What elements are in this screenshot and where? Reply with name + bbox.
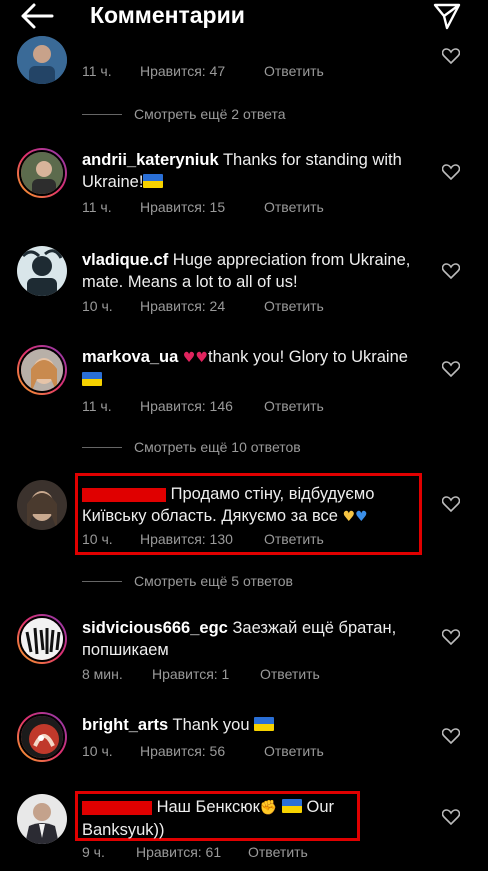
ukraine-flag-icon bbox=[281, 799, 302, 813]
comment-meta: 9 ч. Нравится: 61 Ответить bbox=[82, 844, 308, 860]
reply-button[interactable]: Ответить bbox=[264, 398, 324, 414]
comment-time: 10 ч. bbox=[82, 743, 113, 759]
send-icon[interactable] bbox=[432, 1, 462, 31]
comment-likes[interactable]: Нравится: 15 bbox=[140, 199, 264, 215]
comment-meta: 10 ч. Нравится: 130 Ответить bbox=[82, 531, 324, 547]
comment-meta: 11 ч. Нравится: 47 Ответить bbox=[82, 63, 324, 79]
comment-username[interactable]: andrii_kateryniuk bbox=[82, 151, 219, 169]
like-heart-icon[interactable] bbox=[442, 164, 460, 180]
like-heart-icon[interactable] bbox=[442, 629, 460, 645]
avatar[interactable] bbox=[17, 246, 67, 296]
comment-time: 10 ч. bbox=[82, 531, 113, 547]
avatar[interactable] bbox=[17, 148, 67, 198]
comment-likes[interactable]: Нравится: 24 bbox=[140, 298, 264, 314]
comment-meta: 11 ч. Нравится: 15 Ответить bbox=[82, 199, 324, 215]
comment-likes[interactable]: Нравится: 47 bbox=[140, 63, 264, 79]
page-title: Комментарии bbox=[90, 2, 245, 28]
broken-heart-icon: ♥♥ bbox=[182, 350, 209, 366]
like-heart-icon[interactable] bbox=[442, 809, 460, 825]
ukraine-flag-icon bbox=[254, 717, 275, 731]
avatar[interactable] bbox=[17, 794, 67, 844]
comment-meta: 10 ч. Нравится: 56 Ответить bbox=[82, 743, 324, 759]
yellow-heart-icon: ♥ bbox=[342, 509, 356, 525]
view-more-label: Смотреть ещё 5 ответов bbox=[134, 573, 293, 589]
comment-body: thank you! Glory to Ukraine bbox=[208, 348, 408, 366]
comment-likes[interactable]: Нравится: 61 bbox=[136, 844, 248, 860]
comment-likes[interactable]: Нравится: 1 bbox=[152, 666, 260, 682]
reply-button[interactable]: Ответить bbox=[264, 298, 324, 314]
reply-button[interactable]: Ответить bbox=[248, 844, 308, 860]
like-heart-icon[interactable] bbox=[442, 361, 460, 377]
comment-time: 11 ч. bbox=[82, 398, 112, 414]
avatar[interactable] bbox=[17, 345, 67, 395]
view-more-label: Смотреть ещё 10 ответов bbox=[134, 439, 301, 455]
back-arrow-icon[interactable] bbox=[20, 2, 54, 30]
ukraine-flag-icon bbox=[143, 174, 164, 188]
comment-text: markova_ua ♥♥thank you! Glory to Ukraine bbox=[82, 346, 422, 391]
comment-time: 10 ч. bbox=[82, 298, 113, 314]
reply-button[interactable]: Ответить bbox=[260, 666, 320, 682]
comment-text: Наш Бенксюк✊ Our Banksyuk)) bbox=[82, 796, 352, 841]
avatar[interactable] bbox=[17, 712, 67, 762]
header-bar: Комментарии bbox=[0, 0, 488, 34]
comment-likes[interactable]: Нравится: 146 bbox=[140, 398, 264, 414]
comment-likes[interactable]: Нравится: 56 bbox=[140, 743, 264, 759]
divider bbox=[82, 113, 122, 115]
blue-heart-icon: ♥ bbox=[355, 509, 368, 525]
avatar[interactable] bbox=[17, 614, 67, 664]
comment-meta: 10 ч. Нравится: 24 Ответить bbox=[82, 298, 324, 314]
divider bbox=[82, 580, 122, 582]
reply-button[interactable]: Ответить bbox=[264, 743, 324, 759]
comment-username[interactable]: markova_ua bbox=[82, 348, 178, 366]
divider bbox=[82, 446, 122, 448]
redacted-username bbox=[82, 800, 152, 815]
ukraine-flag-icon bbox=[82, 372, 102, 386]
view-more-replies[interactable]: Смотреть ещё 2 ответа bbox=[82, 106, 286, 122]
comment-time: 9 ч. bbox=[82, 844, 105, 860]
comment-likes[interactable]: Нравится: 130 bbox=[140, 531, 264, 547]
like-heart-icon[interactable] bbox=[442, 263, 460, 279]
comment-text: sidvicious666_egc Заезжай ещё братан, по… bbox=[82, 617, 422, 661]
comment-username[interactable]: sidvicious666_egc bbox=[82, 619, 228, 637]
redacted-username bbox=[82, 487, 166, 502]
avatar[interactable] bbox=[17, 36, 67, 84]
flexed-biceps-icon: ✊ bbox=[259, 800, 278, 816]
comment-username[interactable]: vladique.cf bbox=[82, 251, 168, 269]
comment-text: vladique.cf Huge appreciation from Ukrai… bbox=[82, 249, 422, 293]
reply-button[interactable]: Ответить bbox=[264, 199, 324, 215]
comment-time: 11 ч. bbox=[82, 199, 112, 215]
view-more-replies[interactable]: Смотреть ещё 10 ответов bbox=[82, 439, 301, 455]
reply-button[interactable]: Ответить bbox=[264, 63, 324, 79]
like-heart-icon[interactable] bbox=[442, 728, 460, 744]
comment-text: andrii_kateryniuk Thanks for standing wi… bbox=[82, 149, 422, 193]
avatar[interactable] bbox=[17, 480, 67, 530]
reply-button[interactable]: Ответить bbox=[264, 531, 324, 547]
comment-body: Наш Бенксюк bbox=[156, 798, 260, 816]
view-more-replies[interactable]: Смотреть ещё 5 ответов bbox=[82, 573, 293, 589]
comment-time: 8 мин. bbox=[82, 666, 123, 682]
comment-text: bright_arts Thank you bbox=[82, 714, 422, 736]
comment-meta: 8 мин. Нравится: 1 Ответить bbox=[82, 666, 320, 682]
view-more-label: Смотреть ещё 2 ответа bbox=[134, 106, 286, 122]
comment-time: 11 ч. bbox=[82, 63, 112, 79]
like-heart-icon[interactable] bbox=[442, 48, 460, 64]
comment-username[interactable]: bright_arts bbox=[82, 716, 168, 734]
like-heart-icon[interactable] bbox=[442, 496, 460, 512]
comment-body: Thank you bbox=[172, 716, 250, 734]
comment-text: Продамо стіну, відбудуємо Київську облас… bbox=[82, 483, 417, 528]
comment-meta: 11 ч. Нравится: 146 Ответить bbox=[82, 398, 324, 414]
